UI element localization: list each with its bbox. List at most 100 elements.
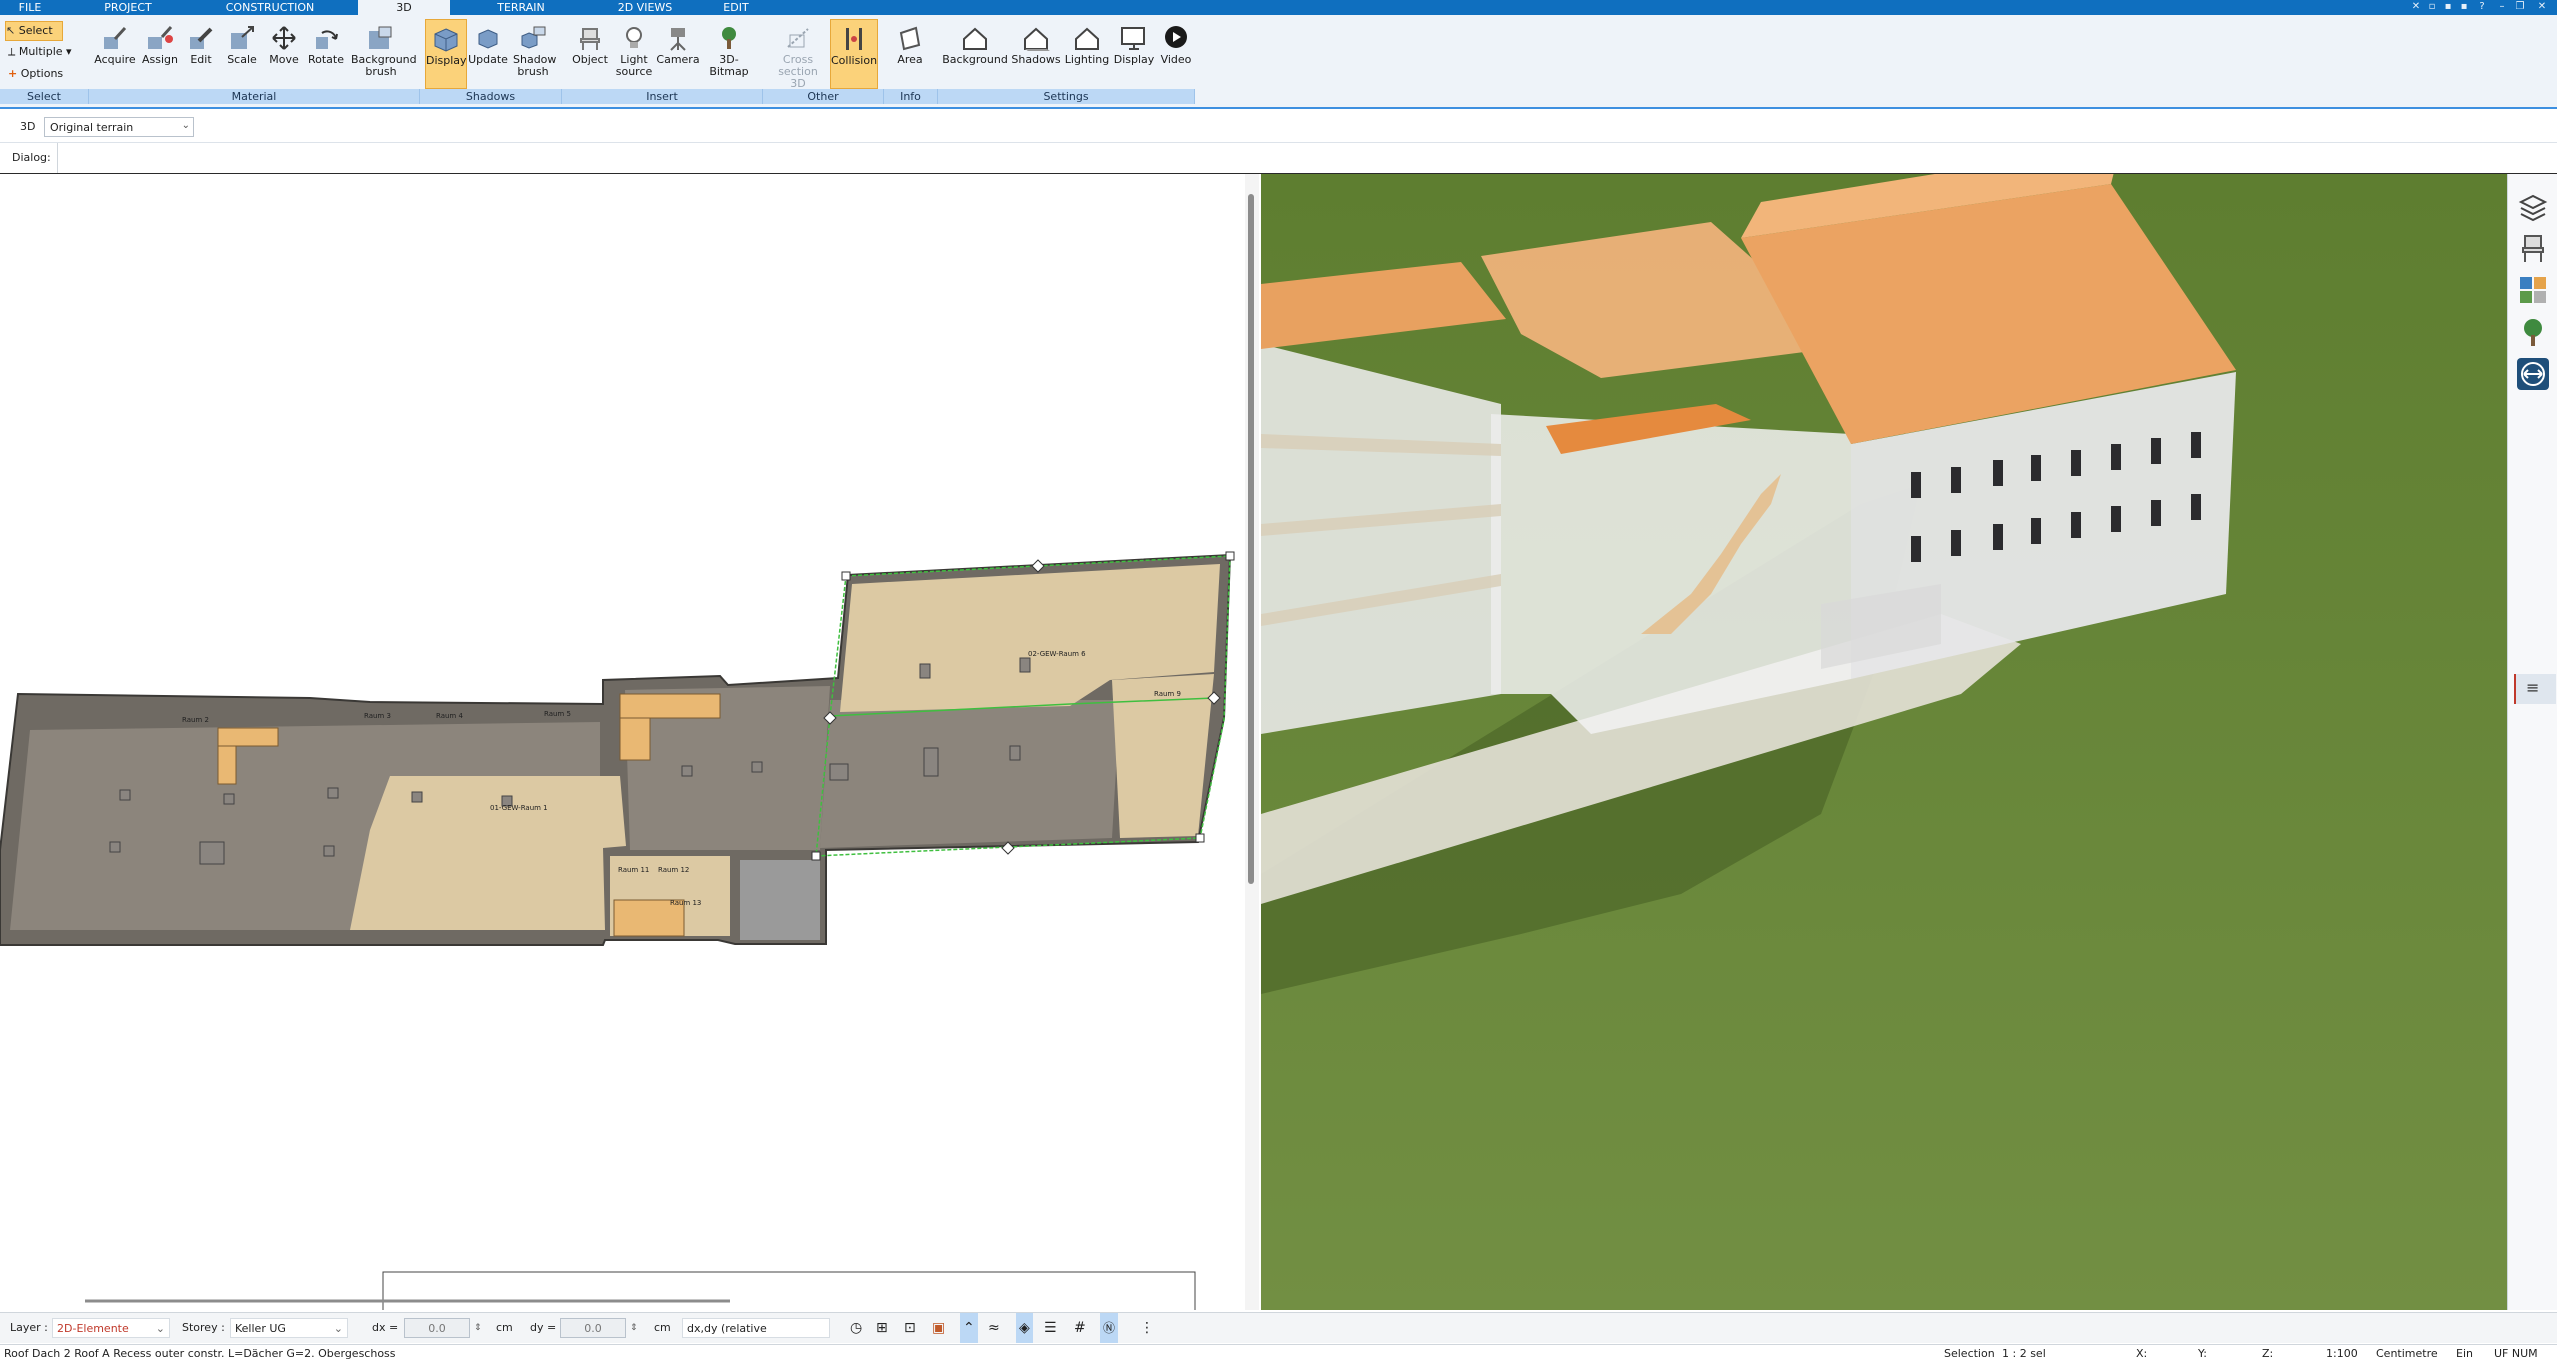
furniture-chair-icon[interactable] [2517, 232, 2549, 264]
lighting-settings-button[interactable]: Lighting [1062, 19, 1112, 87]
view-mode-label: 3D [20, 120, 36, 133]
area-button[interactable]: Area [888, 19, 932, 87]
insert-object-button[interactable]: Object [568, 19, 612, 87]
coordinate-mode-select[interactable]: dx,dy (relative cartesian) ⌄ [682, 1318, 830, 1355]
camera-button[interactable]: Camera [656, 19, 700, 87]
snap-point-icon[interactable]: ▣ [932, 1313, 945, 1343]
tools-icon[interactable]: ✕ [2410, 1, 2422, 13]
grid-icon[interactable]: # [1074, 1313, 1086, 1343]
collision-button[interactable]: Collision [830, 19, 878, 89]
dx-stepper-icon[interactable]: ⇕ [474, 1313, 482, 1343]
dx-unit: cm [496, 1321, 513, 1334]
floor-plan-view[interactable]: 01-GEW-Raum 1 Raum 2 Raum 3 Raum 4 Raum … [0, 174, 1245, 1310]
display-shadows-button[interactable]: Display [425, 19, 467, 89]
snap-line-icon[interactable]: ≈ [988, 1313, 1000, 1343]
3d-view[interactable] [1261, 174, 2507, 1310]
tab-2d-views[interactable]: 2D VIEWS [600, 0, 690, 15]
room-label-11: Raum 11 [618, 866, 649, 874]
status-message: Roof Dach 2 Roof A Recess outer constr. … [4, 1347, 396, 1360]
snap-plane-icon[interactable]: ◈ [1016, 1313, 1033, 1343]
hamburger-icon: ≡ [2526, 678, 2540, 697]
display-settings-button[interactable]: Display [1112, 19, 1156, 87]
rotate-button[interactable]: Rotate [306, 19, 346, 87]
assign-button[interactable]: Assign [138, 19, 182, 87]
acquire-button[interactable]: Acquire [92, 19, 138, 87]
dx-input[interactable]: 0.0 [404, 1318, 470, 1338]
snap-object-icon[interactable]: ⊡ [904, 1313, 916, 1343]
floor-plan-canvas[interactable]: 01-GEW-Raum 1 Raum 2 Raum 3 Raum 4 Raum … [0, 174, 1245, 1310]
options-button[interactable]: + Options [8, 67, 63, 80]
layer-label: Layer : [10, 1321, 48, 1334]
selection-label: Selection [1944, 1347, 1995, 1360]
3d-bitmap-button[interactable]: 3D-Bitmap [700, 19, 758, 87]
multiple-button[interactable]: ⟂ Multiple ▾ [8, 45, 72, 59]
group-label-shadows: Shadows [420, 89, 562, 104]
edit-material-button[interactable]: Edit [182, 19, 220, 87]
collapse-panel-handle[interactable]: ≡ [2514, 674, 2556, 704]
chair-icon [580, 28, 600, 50]
tab-construction[interactable]: CONSTRUCTION [210, 0, 330, 15]
update-shadows-button[interactable]: Update [467, 19, 509, 87]
tab-3d[interactable]: 3D [358, 0, 450, 15]
help-icon[interactable]: ? [2476, 1, 2488, 13]
house-background-icon [963, 27, 987, 50]
group-label-insert: Insert [562, 89, 763, 104]
room-label-4: Raum 4 [436, 712, 463, 720]
3d-view-canvas[interactable] [1261, 174, 2507, 1310]
tab-terrain[interactable]: TERRAIN [476, 0, 566, 15]
dialog-divider [57, 143, 58, 173]
move-arrows-icon [272, 26, 296, 50]
light-bulb-icon [626, 27, 642, 48]
dy-stepper-icon[interactable]: ⇕ [630, 1313, 638, 1343]
window-icon[interactable]: ▫ [2426, 1, 2438, 13]
chevron-down-icon: ⌄ [155, 1322, 165, 1335]
video-button[interactable]: Video [1156, 19, 1196, 87]
group-label-select: Select [0, 89, 89, 104]
cube-update-icon [478, 29, 498, 49]
scrollbar-thumb[interactable] [1248, 194, 1254, 884]
snap-grid-icon[interactable]: ⊞ [876, 1313, 888, 1343]
tab-file[interactable]: FILE [0, 0, 60, 15]
terrain-select[interactable]: Original terrain ⌄ [44, 117, 194, 137]
snap-hatch-icon[interactable]: ☰ [1044, 1313, 1057, 1343]
close-icon[interactable]: ✕ [2536, 1, 2548, 13]
clock-icon[interactable]: ◷ [850, 1313, 862, 1343]
more-options-icon[interactable]: ⋮ [1140, 1313, 1154, 1343]
group-label-settings: Settings [938, 89, 1195, 104]
restore-icon[interactable]: ❐ [2514, 1, 2526, 13]
move-button[interactable]: Move [264, 19, 304, 87]
floor-plan-room-13 [740, 860, 820, 940]
background-settings-button[interactable]: Background [942, 19, 1008, 87]
snap-angle-icon[interactable]: ⌃ [960, 1313, 978, 1343]
plants-tree-icon[interactable] [2517, 316, 2549, 348]
tab-project[interactable]: PROJECT [88, 0, 168, 15]
shadows-settings-button[interactable]: Shadows [1010, 19, 1062, 87]
status-bar: Roof Dach 2 Roof A Recess outer constr. … [0, 1344, 2557, 1363]
shadow-brush-button[interactable]: Shadow brush [511, 19, 556, 87]
tab-edit[interactable]: EDIT [706, 0, 766, 15]
room-label-13: Raum 13 [670, 899, 701, 907]
ribbon-tab-bar: FILE PROJECT CONSTRUCTION 3D TERRAIN 2D … [0, 0, 2557, 15]
right-tool-panel: ≡ [2507, 174, 2557, 1310]
x-coord-label: X: [2136, 1347, 2148, 1360]
scale-button[interactable]: Scale [222, 19, 262, 87]
save-icon[interactable]: ▪ [2458, 1, 2470, 13]
building-middle-section [1491, 414, 1851, 734]
light-source-button[interactable]: Light source [612, 19, 656, 87]
layer-select[interactable]: 2D-Elemente ⌄ [52, 1318, 170, 1338]
select-button[interactable]: ↖ Select [5, 21, 63, 41]
minimize-icon[interactable]: – [2496, 1, 2508, 13]
floor-plan-vertical-scrollbar[interactable] [1245, 174, 1259, 1310]
cross-section-3d-button[interactable]: Cross section 3D [770, 19, 826, 90]
cross-section-icon [787, 28, 809, 48]
background-brush-button[interactable]: Background brush [348, 19, 417, 87]
north-icon[interactable]: Ⓝ [1100, 1313, 1119, 1343]
materials-palette-icon[interactable] [2517, 274, 2549, 306]
dy-input[interactable]: 0.0 [560, 1318, 626, 1338]
storey-select[interactable]: Keller UG ⌄ [230, 1318, 348, 1338]
layers-icon[interactable] [2517, 190, 2549, 222]
cursor-icon: ↖ [6, 24, 16, 37]
dimension-arrows-icon[interactable] [2517, 358, 2549, 390]
chevron-down-icon: ▾ [66, 45, 72, 58]
folder-icon[interactable]: ▪ [2442, 1, 2454, 13]
